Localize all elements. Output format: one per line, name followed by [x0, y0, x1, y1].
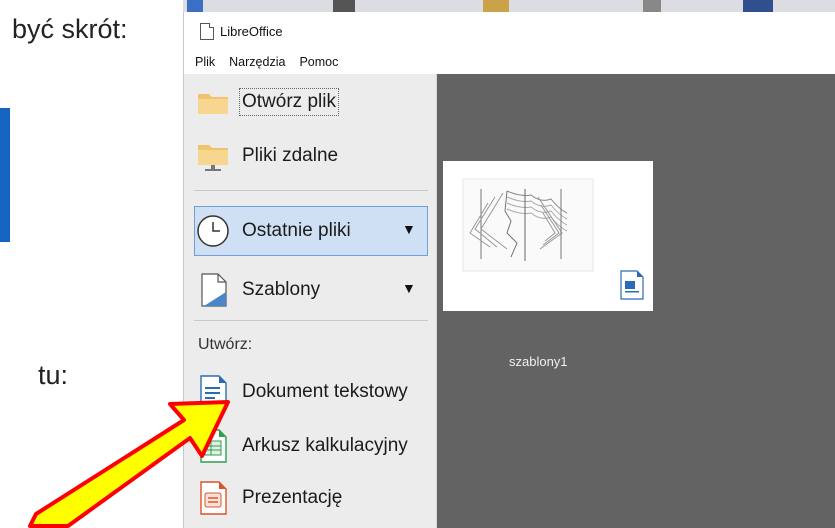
text-document-label: Dokument tekstowy — [242, 381, 408, 402]
open-file-button[interactable]: Otwórz plik — [196, 82, 339, 122]
create-heading: Utwórz: — [198, 336, 253, 353]
clock-icon — [196, 214, 230, 248]
window-title: LibreOffice — [220, 23, 283, 39]
recent-files-button[interactable]: Ostatnie pliki — [196, 211, 351, 251]
templates-label: Szablony — [242, 279, 321, 300]
title-bar: LibreOffice — [184, 12, 835, 50]
open-file-label: Otwórz plik — [239, 88, 339, 116]
recent-files-label: Ostatnie pliki — [242, 220, 351, 241]
template-icon — [196, 273, 230, 307]
recent-files-dropdown-icon[interactable]: ▼ — [402, 221, 416, 237]
desktop-strip — [183, 0, 835, 12]
slide-accent-bar — [0, 108, 10, 242]
annotation-arrow-icon — [28, 400, 230, 528]
divider — [194, 190, 428, 191]
document-icon — [200, 22, 214, 40]
divider — [194, 320, 428, 321]
recent-documents-area: szablony1 — [437, 74, 835, 528]
templates-dropdown-icon[interactable]: ▼ — [402, 280, 416, 296]
remote-folder-icon — [196, 139, 230, 173]
remote-files-label: Pliki zdalne — [242, 145, 339, 166]
presentation-label: Prezentację — [242, 487, 343, 508]
menu-bar: Plik Narzędzia Pomoc — [184, 50, 835, 74]
remote-files-button[interactable]: Pliki zdalne — [196, 136, 338, 176]
menu-pomoc[interactable]: Pomoc — [292, 55, 345, 69]
menu-plik[interactable]: Plik — [188, 55, 222, 69]
template-preview-image — [462, 178, 644, 300]
thumbnail-label: szablony1 — [509, 354, 568, 369]
folder-icon — [196, 85, 230, 119]
slide-text-top: być skrót: — [12, 14, 128, 44]
templates-button[interactable]: Szablony — [196, 270, 320, 310]
writer-badge-icon — [620, 270, 644, 300]
menu-narzedzia[interactable]: Narzędzia — [222, 55, 292, 69]
spreadsheet-label: Arkusz kalkulacyjny — [242, 435, 408, 456]
recent-document-thumbnail[interactable] — [443, 161, 653, 311]
libreoffice-start-center: LibreOffice Plik Narzędzia Pomoc Otwórz … — [183, 12, 835, 528]
